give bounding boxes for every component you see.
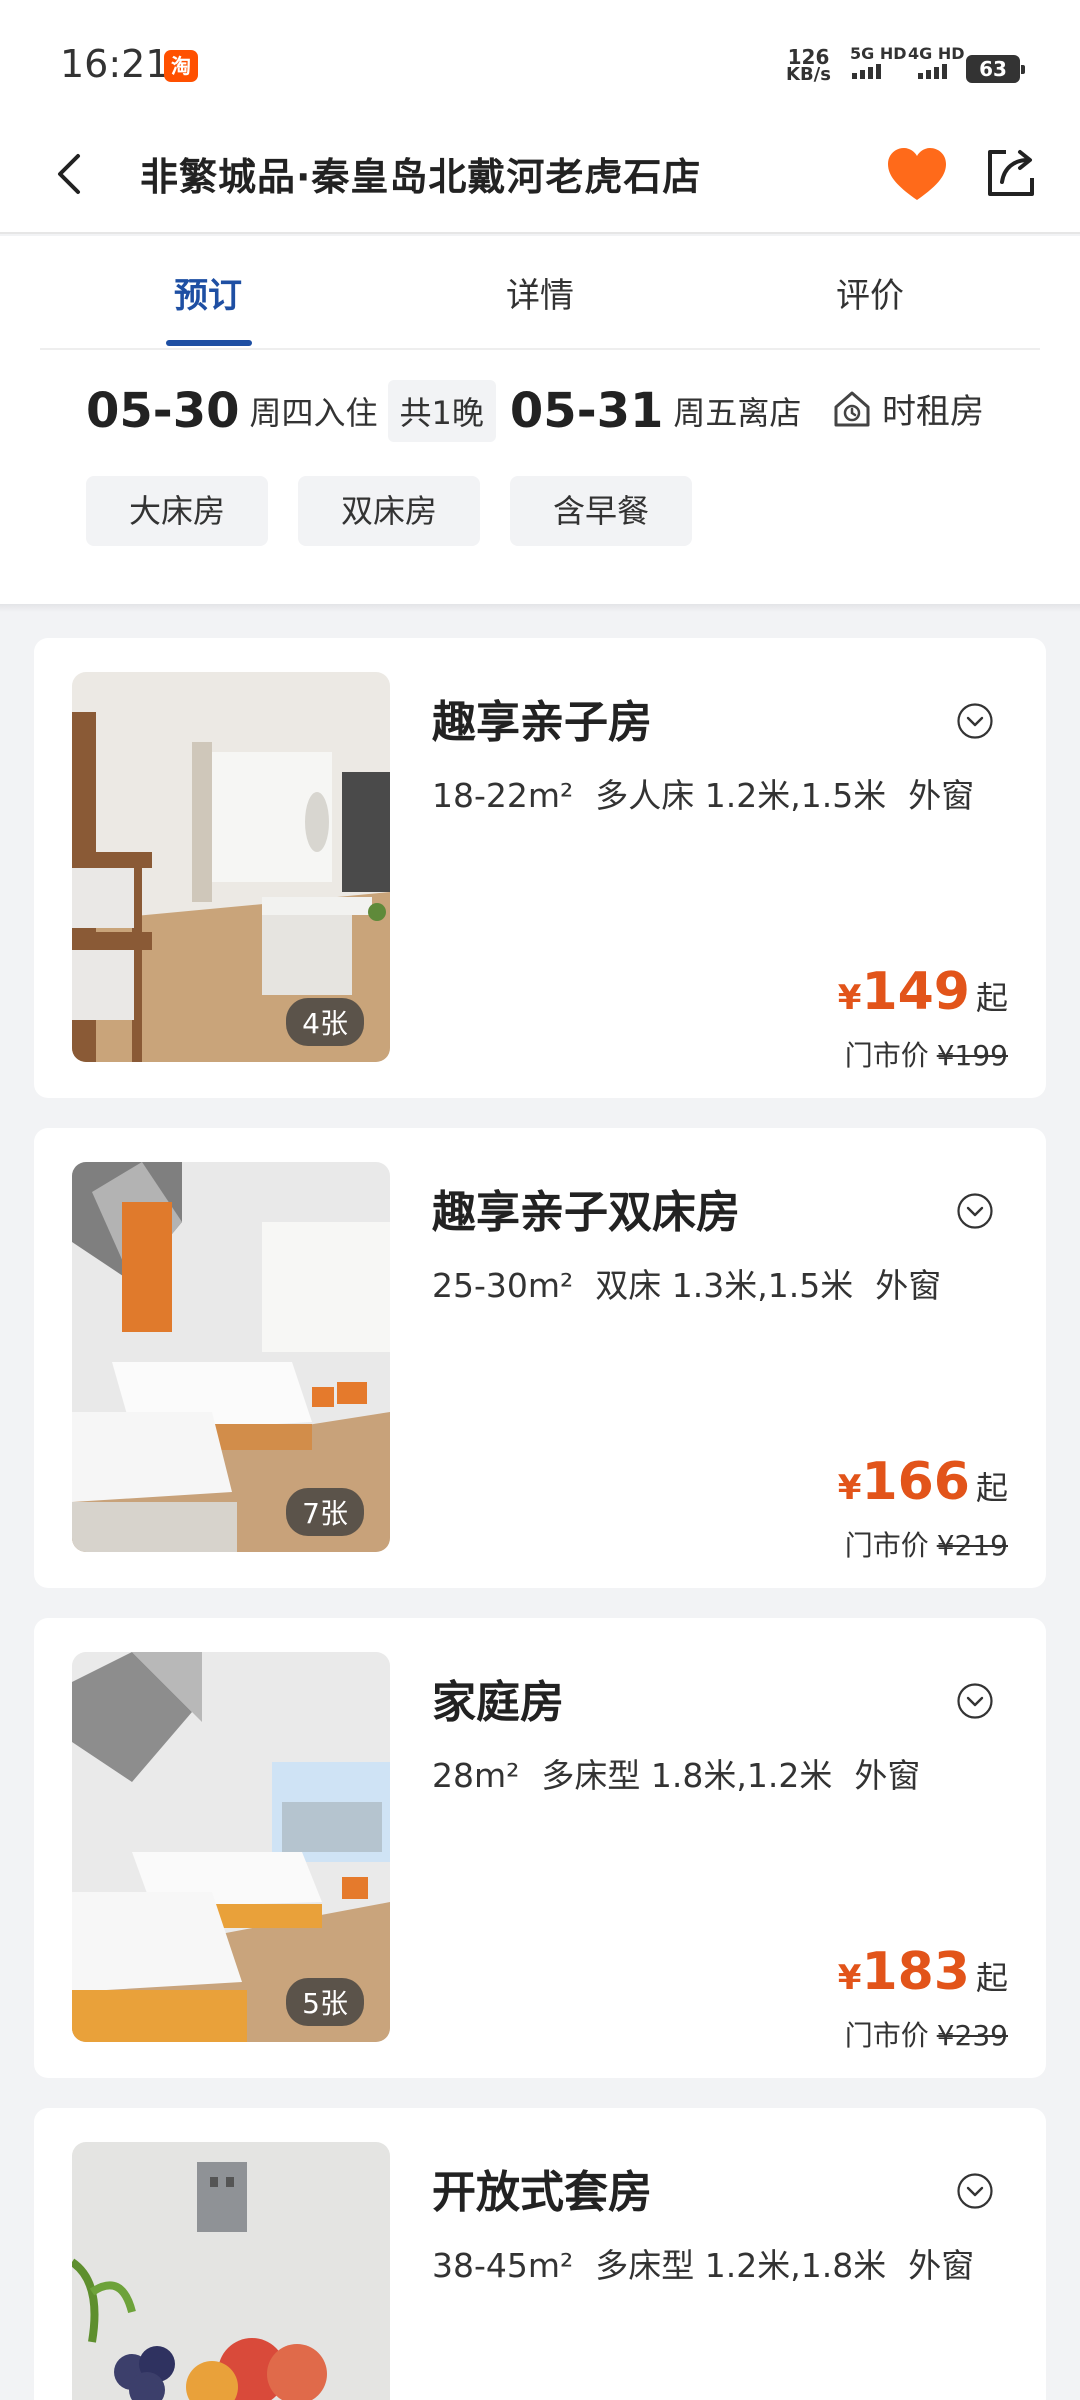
hourly-room-label: 时租房: [882, 392, 984, 432]
heart-icon: [888, 148, 946, 200]
room-photo[interactable]: [72, 2142, 390, 2400]
room-photo[interactable]: 7张: [72, 1162, 390, 1552]
market-price-label: 门市价: [844, 1529, 929, 1562]
room-area: 28m²: [432, 1756, 520, 1795]
room-price: ¥183 起: [838, 1942, 1008, 2002]
tab-details[interactable]: 详情: [440, 268, 640, 317]
room-card[interactable]: 4张 趣享亲子房 18-22m² 多人床 1.2米,1.5米 外窗 ¥149 起 门市…: [34, 638, 1046, 1098]
nights-badge: 共1晚: [387, 380, 496, 442]
hourly-room-icon: [834, 391, 870, 426]
taobao-app-icon: 淘: [164, 50, 198, 82]
price-value: 183: [861, 1942, 970, 2002]
sim1-signal-icon: [852, 64, 881, 79]
tab-reviews[interactable]: 评价: [770, 268, 970, 317]
section-divider: [0, 604, 1080, 612]
room-card[interactable]: 7张 趣享亲子双床房 25-30m² 双床 1.3米,1.5米 外窗 ¥166 起 门…: [34, 1128, 1046, 1588]
currency-symbol: ¥: [837, 978, 862, 1018]
network-speed-unit: KB/s: [786, 64, 831, 85]
market-price: 门市价 ¥219: [845, 1524, 1008, 1564]
room-bed: 多床型 1.2米,1.8米: [595, 2246, 887, 2285]
checkout-label: 周五离店: [673, 394, 802, 432]
currency-symbol: ¥: [837, 1958, 862, 1998]
room-area: 38-45m²: [432, 2246, 574, 2285]
price-value: 149: [861, 962, 970, 1022]
hourly-room-button[interactable]: 时租房: [830, 384, 984, 433]
divider: [40, 348, 1040, 350]
market-price: 门市价 ¥199: [845, 1034, 1008, 1074]
market-price-value: ¥239: [936, 2019, 1008, 2052]
active-tab-indicator: [166, 340, 252, 346]
room-price: ¥149 起: [838, 962, 1008, 1022]
room-window: 外窗: [908, 2246, 975, 2285]
sim2-label: 4G HD: [908, 44, 965, 63]
network-speed: 126 KB/s: [786, 47, 831, 85]
photo-count-badge: 7张: [286, 1488, 364, 1536]
market-price-value: ¥219: [936, 1529, 1008, 1562]
hotel-title: 非繁城品·秦皇岛北戴河老虎石店: [140, 155, 702, 199]
booking-section: 预订 详情 评价 05-30 周四入住 共1晚 05-31 周五离店 时租房 大…: [0, 236, 1080, 604]
price-value: 166: [861, 1452, 970, 1512]
photo-count-badge: 5张: [286, 1978, 364, 2026]
tab-booking[interactable]: 预订: [108, 268, 308, 317]
sim2-signal-icon: [918, 64, 947, 79]
room-photo[interactable]: 4张: [72, 672, 390, 1062]
room-specs: 38-45m² 多床型 1.2米,1.8米 外窗: [432, 2240, 1012, 2292]
price-suffix: 起: [975, 1469, 1008, 1507]
room-specs: 28m² 多床型 1.8米,1.2米 外窗: [432, 1750, 1012, 1802]
room-name: 开放式套房: [432, 2167, 652, 2218]
chevron-down-circle-icon[interactable]: [956, 1192, 994, 1230]
room-name: 趣享亲子房: [432, 697, 652, 748]
room-bed: 双床 1.3米,1.5米: [595, 1266, 854, 1305]
room-window: 外窗: [854, 1756, 921, 1795]
room-window: 外窗: [908, 776, 975, 815]
filter-king-bed[interactable]: 大床房: [86, 476, 268, 546]
price-suffix: 起: [975, 979, 1008, 1017]
sim1-label: 5G HD: [850, 44, 907, 63]
market-price-label: 门市价: [844, 2019, 929, 2052]
currency-symbol: ¥: [837, 1468, 862, 1508]
room-card[interactable]: 开放式套房 38-45m² 多床型 1.2米,1.8米 外窗: [34, 2108, 1046, 2400]
checkout-date: 05-31: [509, 383, 664, 439]
filter-twin-bed[interactable]: 双床房: [298, 476, 480, 546]
room-bed: 多床型 1.8米,1.2米: [541, 1756, 833, 1795]
share-button[interactable]: [980, 142, 1042, 204]
room-area: 25-30m²: [432, 1266, 574, 1305]
checkin-label: 周四入住: [249, 394, 378, 432]
battery-icon: 63: [966, 55, 1025, 83]
market-price: 门市价 ¥239: [845, 2014, 1008, 2054]
room-specs: 25-30m² 双床 1.3米,1.5米 外窗: [432, 1260, 1012, 1312]
market-price-value: ¥199: [936, 1039, 1008, 1072]
status-bar: 16:21 淘 126 KB/s 5G HD 4G HD 63: [0, 0, 1080, 120]
filter-breakfast[interactable]: 含早餐: [510, 476, 692, 546]
room-window: 外窗: [875, 1266, 942, 1305]
market-price-label: 门市价: [844, 1039, 929, 1072]
share-icon: [988, 150, 1034, 196]
room-photo[interactable]: 5张: [72, 1652, 390, 2042]
room-area: 18-22m²: [432, 776, 574, 815]
price-suffix: 起: [975, 1959, 1008, 1997]
chevron-down-circle-icon[interactable]: [956, 1682, 994, 1720]
favorite-button[interactable]: [882, 140, 952, 210]
chevron-down-circle-icon[interactable]: [956, 2172, 994, 2210]
checkin-date: 05-30: [86, 383, 240, 439]
room-bed: 多人床 1.2米,1.5米: [595, 776, 887, 815]
room-name: 家庭房: [432, 1677, 564, 1728]
room-name: 趣享亲子双床房: [432, 1187, 740, 1238]
room-price: ¥166 起: [838, 1452, 1008, 1512]
status-time: 16:21: [60, 42, 170, 86]
back-arrow-icon: [58, 154, 80, 194]
photo-count-badge: 4张: [286, 998, 364, 1046]
date-selector[interactable]: 05-30 周四入住 共1晚 05-31 周五离店: [86, 376, 801, 446]
room-card[interactable]: 5张 家庭房 28m² 多床型 1.8米,1.2米 外窗 ¥183 起 门市价 ¥239: [34, 1618, 1046, 2078]
room-specs: 18-22m² 多人床 1.2米,1.5米 外窗: [432, 770, 1012, 822]
top-nav-bar: 非繁城品·秦皇岛北戴河老虎石店: [0, 120, 1080, 234]
back-button[interactable]: [44, 144, 104, 204]
chevron-down-circle-icon[interactable]: [956, 702, 994, 740]
